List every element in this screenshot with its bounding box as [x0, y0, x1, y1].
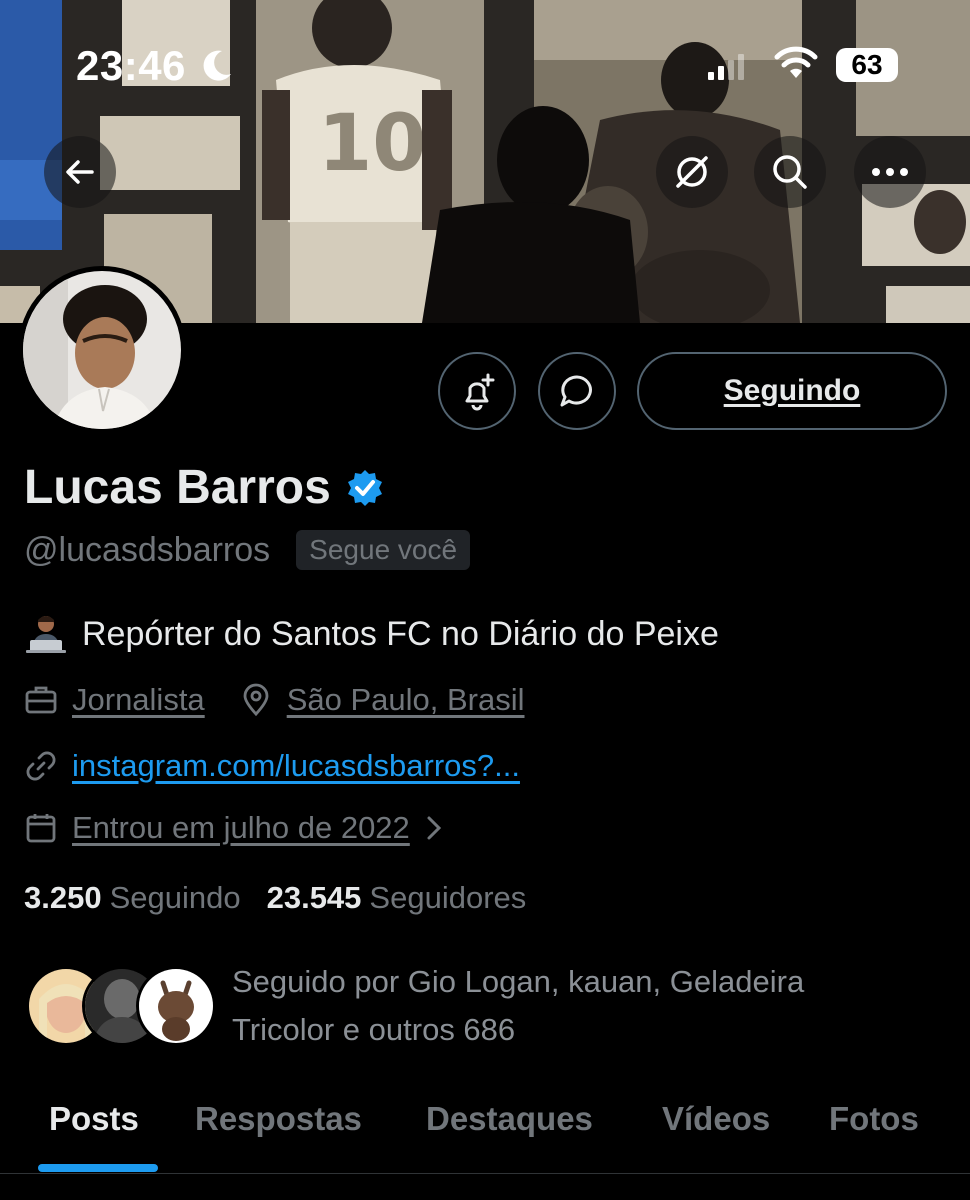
follow-stats: 3.250 Seguindo 23.545 Seguidores: [24, 880, 526, 916]
technologist-emoji-icon: [26, 616, 66, 653]
search-icon: [773, 155, 807, 189]
profile-avatar[interactable]: [18, 266, 186, 434]
tab-posts[interactable]: Posts: [49, 1100, 139, 1138]
wifi-icon: [774, 46, 818, 78]
followed-by-line-1: Seguido por Gio Logan, kauan, Geladeira: [232, 964, 805, 999]
bio-text: Repórter do Santos FC no Diário do Peixe: [82, 614, 719, 653]
followed-by-line-2: Tricolor e outros 686: [232, 1012, 516, 1047]
battery-icon: 63: [836, 48, 898, 82]
joined-row[interactable]: Entrou em julho de 2022: [24, 810, 458, 846]
calendar-icon: [24, 811, 58, 845]
mutual-avatars: [26, 958, 216, 1046]
grok-icon: [676, 156, 708, 188]
following-button[interactable]: Seguindo: [637, 352, 947, 430]
tab-destaques[interactable]: Destaques: [426, 1100, 593, 1138]
message-button[interactable]: [538, 352, 616, 430]
user-handle: @lucasdsbarros: [24, 530, 271, 569]
briefcase-icon: [24, 683, 58, 717]
profile-tabs: Posts Respostas Destaques Vídeos Fotos: [0, 1086, 970, 1174]
website-link[interactable]: instagram.com/lucasdsbarros?...: [72, 748, 520, 784]
website-row: instagram.com/lucasdsbarros?...: [24, 748, 520, 784]
back-button[interactable]: [44, 136, 116, 208]
avatar-image: [23, 271, 181, 429]
tab-respostas[interactable]: Respostas: [195, 1100, 362, 1138]
active-tab-indicator: [38, 1164, 158, 1172]
bell-plus-icon: [465, 373, 495, 411]
mutual-avatar: [136, 966, 216, 1046]
following-stat[interactable]: 3.250 Seguindo: [24, 880, 241, 916]
joined-date[interactable]: Entrou em julho de 2022: [72, 810, 410, 846]
display-name: Lucas Barros: [24, 461, 331, 514]
tab-fotos[interactable]: Fotos: [829, 1100, 919, 1138]
profession-link[interactable]: Jornalista: [72, 682, 205, 718]
more-icon: [872, 168, 908, 176]
battery-level: 63: [851, 49, 883, 80]
link-icon: [24, 749, 58, 783]
status-time: 23:46: [76, 42, 186, 89]
moon-icon: [203, 50, 231, 81]
followed-by-text: Seguido por Gio Logan, kauan, Geladeira …: [232, 958, 852, 1054]
followers-count: 23.545: [266, 880, 362, 915]
verified-badge-icon[interactable]: [345, 468, 385, 508]
handle-row: @lucasdsbarros Segue você: [24, 530, 471, 570]
followed-by-row[interactable]: Seguido por Gio Logan, kauan, Geladeira …: [26, 958, 852, 1054]
more-button[interactable]: [854, 136, 926, 208]
signal-icon: [708, 54, 744, 80]
notifications-button[interactable]: [438, 352, 516, 430]
following-label: Seguindo: [109, 880, 241, 915]
back-arrow-icon: [66, 160, 94, 184]
name-row: Lucas Barros: [24, 460, 385, 515]
followers-stat[interactable]: 23.545 Seguidores: [267, 880, 527, 916]
location-pin-icon: [239, 683, 273, 717]
following-count: 3.250: [24, 880, 102, 915]
follows-you-badge: Segue você: [296, 530, 471, 570]
bio: Repórter do Santos FC no Diário do Peixe: [24, 614, 719, 654]
message-icon: [560, 375, 592, 407]
location-link[interactable]: São Paulo, Brasil: [287, 682, 525, 718]
search-button[interactable]: [754, 136, 826, 208]
tab-videos[interactable]: Vídeos: [662, 1100, 770, 1138]
followers-label: Seguidores: [369, 880, 527, 915]
profile-meta-row: Jornalista São Paulo, Brasil: [24, 682, 525, 718]
status-bar: 23:46 63: [0, 0, 970, 120]
chevron-right-icon: [424, 813, 444, 843]
grok-button[interactable]: [656, 136, 728, 208]
